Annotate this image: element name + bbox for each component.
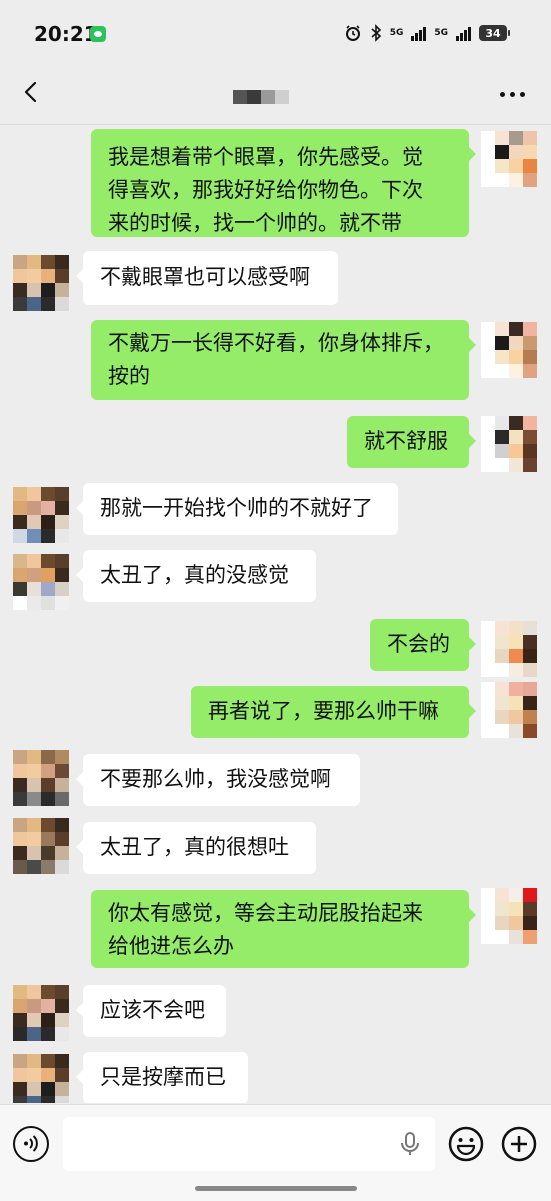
message-line: 就不舒服	[364, 429, 448, 453]
bluetooth-icon	[371, 24, 381, 42]
contact-avatar[interactable]	[13, 750, 69, 806]
outgoing-message-bubble[interactable]: 再者说了，要那么帅干嘛	[191, 686, 476, 738]
message-line: 不戴眼罩也可以感受啊	[100, 265, 310, 289]
message-line: 来的时候，找一个帅的。就不带	[108, 211, 402, 235]
emoji-icon[interactable]	[448, 1126, 484, 1162]
incoming-message-bubble[interactable]: 那就一开始找个帅的不就好了	[76, 483, 398, 535]
incoming-message-bubble[interactable]: 应该不会吧	[76, 985, 226, 1037]
status-time: 20:21	[34, 22, 98, 46]
incoming-message-bubble[interactable]: 不戴眼罩也可以感受啊	[76, 251, 338, 305]
outgoing-message-bubble[interactable]: 不戴万一长得不好看，你身体排斥， 按的	[91, 320, 476, 400]
voice-icon[interactable]	[13, 1126, 49, 1162]
message-line: 不戴万一长得不好看，你身体排斥，	[108, 331, 444, 355]
contact-avatar[interactable]	[13, 255, 69, 311]
signal-icon	[411, 25, 427, 41]
message-line: 太丑了，真的很想吐	[100, 835, 289, 859]
my-avatar[interactable]	[481, 682, 537, 738]
my-avatar[interactable]	[481, 416, 537, 472]
message-line: 不会的	[387, 632, 450, 656]
outgoing-message-bubble[interactable]: 不会的	[370, 619, 476, 671]
message-line: 只是按摩而已	[100, 1065, 226, 1089]
my-avatar[interactable]	[481, 621, 537, 677]
message-line: 那就一开始找个帅的不就好了	[100, 496, 373, 520]
message-input[interactable]	[63, 1117, 435, 1171]
incoming-message-bubble[interactable]: 不要那么帅，我没感觉啊	[76, 754, 360, 806]
message-line: 得喜欢，那我好好给你物色。下次	[108, 178, 423, 202]
more-icon[interactable]	[500, 92, 525, 97]
plus-icon[interactable]	[501, 1126, 537, 1162]
network-label: 5G	[434, 28, 448, 38]
chat-title-redacted	[233, 90, 289, 104]
contact-avatar[interactable]	[13, 554, 69, 610]
contact-avatar[interactable]	[13, 818, 69, 874]
my-avatar[interactable]	[481, 322, 537, 378]
microphone-icon[interactable]	[399, 1131, 421, 1157]
status-bar: 20:21 5G 5G 34	[0, 0, 551, 62]
my-avatar[interactable]	[481, 888, 537, 944]
contact-avatar[interactable]	[13, 985, 69, 1041]
battery-icon: 34	[479, 25, 510, 41]
back-icon[interactable]	[20, 80, 44, 104]
outgoing-message-bubble[interactable]: 你太有感觉，等会主动屁股抬起来 给他进怎么办	[91, 890, 476, 968]
incoming-message-bubble[interactable]: 只是按摩而已	[76, 1052, 248, 1103]
message-line: 按的	[108, 364, 150, 388]
wechat-notification-icon	[90, 26, 106, 42]
message-list[interactable]: 我是想着带个眼罩，你先感受。觉 得喜欢，那我好好给你物色。下次 来的时候，找一个…	[0, 125, 551, 1103]
message-line: 应该不会吧	[100, 998, 205, 1022]
chat-header	[0, 62, 551, 125]
message-line: 再者说了，要那么帅干嘛	[208, 699, 439, 723]
signal-icon	[456, 25, 471, 41]
outgoing-message-bubble[interactable]: 就不舒服	[347, 416, 476, 468]
status-indicators: 5G 5G 34	[344, 24, 510, 42]
contact-avatar[interactable]	[13, 1054, 69, 1103]
alarm-icon	[345, 25, 360, 41]
incoming-message-bubble[interactable]: 太丑了，真的没感觉	[76, 550, 316, 602]
message-line: 你太有感觉，等会主动屁股抬起来	[108, 901, 423, 925]
home-indicator	[195, 1186, 357, 1191]
network-label: 5G	[389, 28, 404, 38]
my-avatar[interactable]	[481, 131, 537, 187]
contact-avatar[interactable]	[13, 487, 69, 543]
message-line: 给他进怎么办	[108, 934, 234, 958]
message-line: 不要那么帅，我没感觉啊	[100, 767, 331, 791]
message-line: 我是想着带个眼罩，你先感受。觉	[108, 145, 423, 169]
incoming-message-bubble[interactable]: 太丑了，真的很想吐	[76, 822, 316, 874]
message-line: 太丑了，真的没感觉	[100, 563, 289, 587]
outgoing-message-bubble[interactable]: 我是想着带个眼罩，你先感受。觉 得喜欢，那我好好给你物色。下次 来的时候，找一个…	[91, 129, 476, 237]
